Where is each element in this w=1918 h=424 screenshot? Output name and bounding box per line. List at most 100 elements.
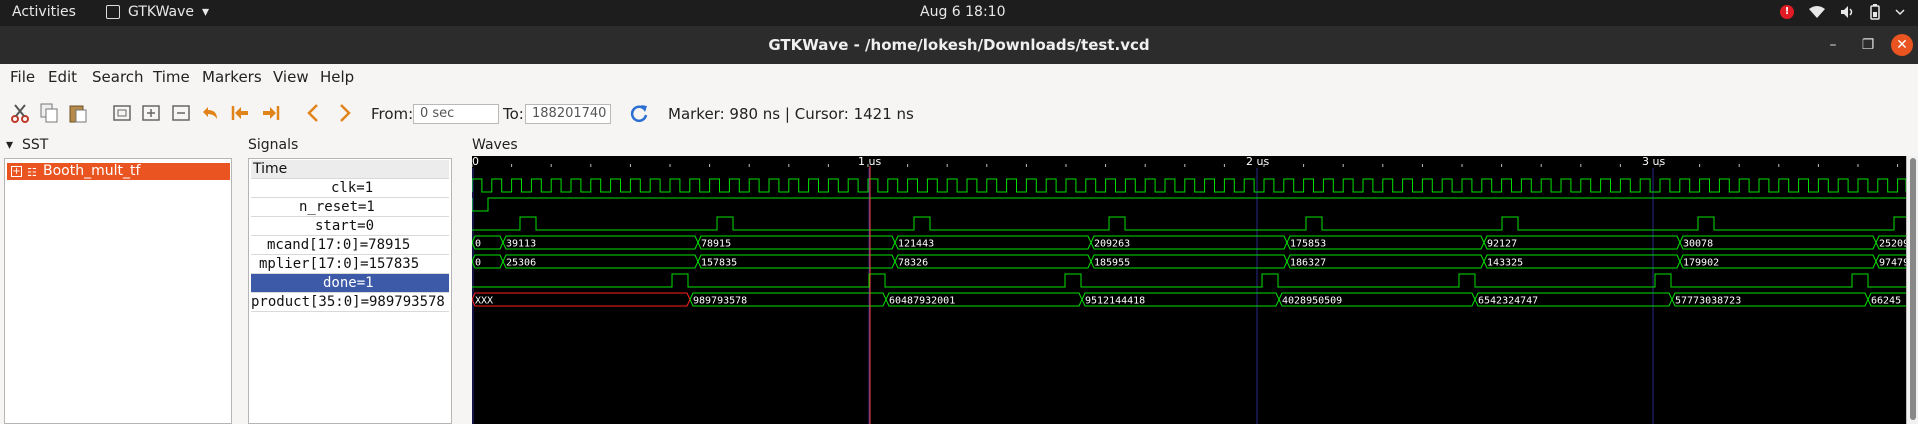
zoom-to-start-icon[interactable] — [229, 102, 251, 124]
zoom-fit-icon[interactable] — [111, 102, 133, 124]
sst-module-label: Booth_mult_tf — [43, 163, 141, 179]
product-value: 9512144418 — [1085, 296, 1145, 307]
menu-markers[interactable]: Markers — [202, 68, 262, 86]
product-value: XXX — [475, 296, 493, 307]
next-edge-icon[interactable] — [333, 102, 355, 124]
minimize-button[interactable]: – — [1822, 34, 1844, 56]
n-reset-trace — [472, 197, 1906, 212]
waves-label: Waves — [472, 137, 518, 153]
sst-label: SST — [22, 137, 49, 153]
signals-list[interactable]: Time clk=1 n_reset=1 start=0 mcand[17:0]… — [248, 158, 452, 424]
copy-icon[interactable] — [38, 102, 60, 124]
product-value: 60487932001 — [889, 296, 955, 307]
signal-row-product[interactable]: product[35:0]=989793578 — [251, 293, 449, 312]
time-ruler — [472, 156, 1906, 166]
marker-cursor-status: Marker: 980 ns | Cursor: 1421 ns — [668, 105, 914, 123]
product-segment — [472, 292, 691, 307]
signal-row-mcand[interactable]: mcand[17:0]=78915 — [251, 236, 449, 255]
mcand-value: 121443 — [898, 239, 934, 250]
chevron-down-icon: ▾ — [202, 4, 210, 20]
toolbar: From: 0 sec To: 188201740 Marker: 980 ns… — [0, 96, 1918, 132]
product-value: 66245 — [1871, 296, 1901, 307]
expand-icon[interactable]: + — [11, 166, 22, 177]
activities-button[interactable]: Activities — [12, 4, 76, 20]
signal-row-clk[interactable]: clk=1 — [251, 179, 449, 198]
wifi-icon — [1809, 6, 1825, 18]
mcand-value: 25209 — [1879, 239, 1906, 250]
menu-view[interactable]: View — [273, 68, 309, 86]
volume-icon — [1841, 6, 1853, 18]
mcand-value: 92127 — [1487, 239, 1517, 250]
undo-zoom-icon[interactable] — [199, 102, 221, 124]
battery-icon — [1870, 4, 1880, 20]
signal-row-mplier[interactable]: mplier[17:0]=157835 — [251, 255, 449, 274]
mcand-value: 209263 — [1094, 239, 1130, 250]
signal-row-start[interactable]: start=0 — [251, 217, 449, 236]
app-menu-button[interactable]: GTKWave ▾ — [106, 4, 209, 20]
mcand-value: 78915 — [701, 239, 731, 250]
clock[interactable]: Aug 6 18:10 — [920, 4, 1006, 20]
scrollbar-thumb[interactable] — [1910, 158, 1916, 420]
zoom-out-icon[interactable] — [170, 102, 192, 124]
mplier-value: 78326 — [898, 258, 928, 269]
time-label: 2 us — [1246, 156, 1269, 168]
menu-help[interactable]: Help — [320, 68, 354, 86]
mplier-value: 157835 — [701, 258, 737, 269]
menu-time[interactable]: Time — [153, 68, 190, 86]
waveform-view[interactable]: 01 us 2 us 3 us 0 39113 78915 121443 209263 1758… — [472, 156, 1918, 424]
mplier-value: 97479 — [1879, 258, 1906, 269]
sst-collapse-icon[interactable]: ▾ — [6, 137, 13, 153]
window-title: GTKWave - /home/lokesh/Downloads/test.vc… — [768, 36, 1150, 54]
mplier-value: 0 — [475, 258, 481, 269]
mcand-value: 0 — [475, 239, 481, 250]
sst-module-item[interactable]: + ☷ Booth_mult_tf — [7, 163, 230, 180]
paste-icon[interactable] — [67, 102, 89, 124]
app-icon — [106, 5, 120, 19]
system-status-area[interactable]: ! — [1780, 4, 1906, 20]
product-value: 989793578 — [693, 296, 747, 307]
cut-icon[interactable] — [9, 102, 31, 124]
sst-tree[interactable]: + ☷ Booth_mult_tf — [4, 158, 232, 424]
mplier-value: 143325 — [1487, 258, 1523, 269]
mcand-value: 175853 — [1290, 239, 1326, 250]
start-trace — [472, 216, 1906, 231]
zoom-in-icon[interactable] — [140, 102, 162, 124]
mplier-value: 179902 — [1683, 258, 1719, 269]
close-button[interactable]: ✕ — [1891, 34, 1913, 56]
mplier-value: 186327 — [1290, 258, 1326, 269]
power-menu-chevron-icon — [1895, 9, 1905, 16]
system-top-bar: Activities GTKWave ▾ Aug 6 18:10 ! — [0, 0, 1918, 26]
mplier-value: 185955 — [1094, 258, 1130, 269]
reload-icon[interactable] — [628, 102, 650, 124]
signal-row-time[interactable]: Time — [251, 160, 449, 179]
signal-row-n-reset[interactable]: n_reset=1 — [251, 198, 449, 217]
product-value: 4028950509 — [1282, 296, 1342, 307]
menu-search[interactable]: Search — [92, 68, 144, 86]
app-menu-label: GTKWave — [128, 4, 195, 20]
mplier-value: 25306 — [506, 258, 536, 269]
to-label: To: — [503, 105, 524, 123]
window-title-bar: GTKWave - /home/lokesh/Downloads/test.vc… — [0, 26, 1918, 64]
mcand-value: 30078 — [1683, 239, 1713, 250]
menu-edit[interactable]: Edit — [48, 68, 77, 86]
product-value: 6542324747 — [1478, 296, 1538, 307]
notification-icon: ! — [1780, 5, 1794, 19]
to-field[interactable]: 188201740 — [525, 104, 611, 124]
from-label: From: — [371, 105, 414, 123]
signals-label: Signals — [248, 137, 299, 153]
module-tree-icon: ☷ — [27, 166, 37, 179]
menu-bar: File Edit Search Time Markers View Help — [0, 64, 1918, 90]
time-label: 3 us — [1642, 156, 1665, 168]
waves-vertical-scrollbar[interactable] — [1906, 156, 1918, 424]
product-value: 57773038723 — [1675, 296, 1741, 307]
clk-trace — [472, 178, 1906, 193]
time-label: 0 — [472, 156, 479, 168]
signal-row-done[interactable]: done=1 — [251, 274, 449, 293]
mcand-value: 39113 — [506, 239, 536, 250]
from-field[interactable]: 0 sec — [413, 104, 499, 124]
zoom-to-end-icon[interactable] — [260, 102, 282, 124]
maximize-button[interactable]: ❐ — [1857, 34, 1879, 56]
waveform-canvas[interactable]: 01 us 2 us 3 us0 39113 78915 121443 209263 1758… — [472, 156, 1906, 424]
previous-edge-icon[interactable] — [303, 102, 325, 124]
menu-file[interactable]: File — [10, 68, 35, 86]
